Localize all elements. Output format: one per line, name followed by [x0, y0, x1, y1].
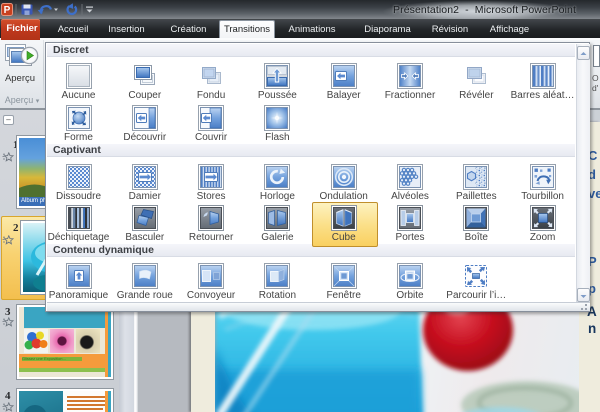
svg-text:P: P	[4, 5, 11, 16]
